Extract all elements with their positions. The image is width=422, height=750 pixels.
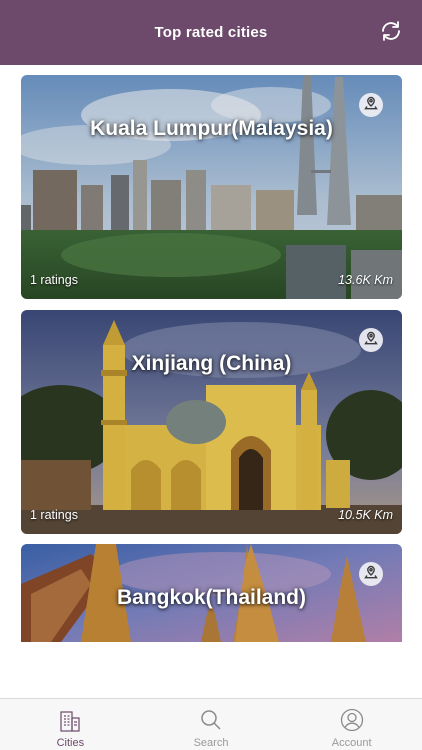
- map-pin-icon: [364, 96, 378, 115]
- refresh-button[interactable]: [378, 20, 404, 46]
- distance: 13.6K Km: [338, 273, 393, 287]
- account-icon: [340, 705, 364, 735]
- tab-bar: Cities Search Account: [0, 698, 422, 750]
- page-title: Top rated cities: [154, 24, 268, 41]
- city-card-bangkok[interactable]: Bangkok(Thailand): [21, 544, 402, 642]
- map-pin-icon: [364, 331, 378, 350]
- map-button[interactable]: [359, 93, 383, 117]
- city-name: Bangkok(Thailand): [116, 586, 306, 609]
- city-list[interactable]: Kuala Lumpur(Malaysia) 1 ratings 13.6K K…: [0, 65, 422, 697]
- map-pin-icon: [364, 565, 378, 584]
- search-icon: [199, 705, 223, 735]
- tab-label: Account: [331, 737, 372, 749]
- city-card-xinjiang[interactable]: Xinjiang (China) 1 ratings 10.5K Km: [21, 310, 402, 534]
- tab-cities[interactable]: Cities: [0, 699, 141, 750]
- refresh-icon: [379, 19, 403, 48]
- map-button[interactable]: [359, 328, 383, 352]
- tab-search[interactable]: Search: [141, 699, 282, 750]
- tab-label: Search: [193, 737, 229, 749]
- map-button[interactable]: [359, 562, 383, 586]
- app-header: Top rated cities: [0, 0, 422, 65]
- tab-label: Cities: [56, 737, 85, 749]
- distance: 10.5K Km: [338, 508, 393, 522]
- tab-account[interactable]: Account: [281, 699, 422, 750]
- city-buildings-icon: [59, 705, 81, 735]
- city-card-kuala-lumpur[interactable]: Kuala Lumpur(Malaysia) 1 ratings 13.6K K…: [21, 75, 402, 299]
- city-name: Xinjiang (China): [131, 352, 292, 375]
- city-name: Kuala Lumpur(Malaysia): [90, 117, 333, 140]
- ratings-count: 1 ratings: [30, 508, 78, 522]
- image-overlay: [21, 310, 402, 534]
- ratings-count: 1 ratings: [30, 273, 78, 287]
- image-overlay: [21, 75, 402, 299]
